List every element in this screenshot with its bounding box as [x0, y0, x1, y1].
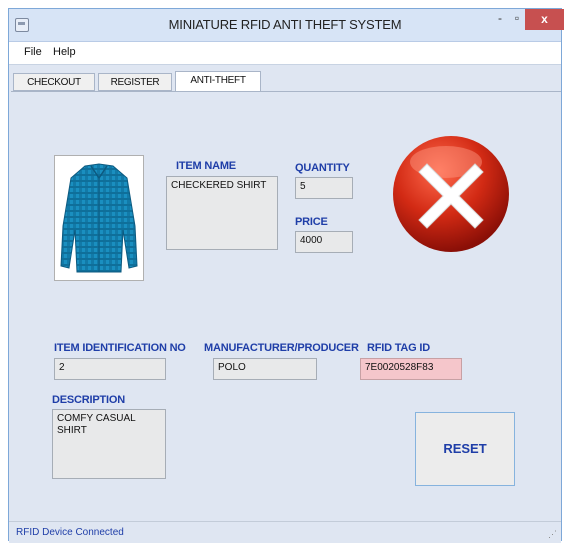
description-line-1: COMFY CASUAL — [57, 413, 136, 424]
red-x-icon — [393, 136, 509, 252]
quantity-label: QUANTITY — [295, 162, 350, 174]
status-text: RFID Device Connected — [16, 527, 124, 538]
title-bar[interactable]: MINIATURE RFID ANTI THEFT SYSTEM - ▫ x — [9, 9, 564, 42]
tab-register-item[interactable]: REGISTER ITEM — [98, 73, 172, 106]
reset-button[interactable]: RESET — [415, 412, 515, 486]
close-button[interactable]: x — [525, 9, 564, 30]
rfid-tag-field[interactable]: 7E0020528F83 — [360, 358, 462, 380]
anti-theft-panel: ITEM NAME CHECKERED SHIRT QUANTITY 5 PRI… — [11, 91, 561, 512]
window-title: MINIATURE RFID ANTI THEFT SYSTEM — [168, 17, 402, 32]
price-label: PRICE — [295, 216, 328, 228]
status-bar: RFID Device Connected ⋰ — [9, 521, 561, 543]
tab-anti-theft-point[interactable]: ANTI-THEFT POINT — [175, 71, 261, 104]
item-name-field[interactable]: CHECKERED SHIRT — [166, 176, 278, 250]
item-id-label: ITEM IDENTIFICATION NO — [54, 342, 186, 354]
menu-file[interactable]: File — [24, 46, 42, 58]
product-image — [54, 155, 144, 281]
price-field[interactable]: 4000 — [295, 231, 353, 253]
manufacturer-label: MANUFACTURER/PRODUCER — [204, 342, 359, 354]
description-field[interactable]: COMFY CASUAL SHIRT — [52, 409, 166, 479]
shirt-image — [60, 163, 138, 273]
item-id-field[interactable]: 2 — [54, 358, 166, 380]
quantity-field[interactable]: 5 — [295, 177, 353, 199]
item-name-label: ITEM NAME — [176, 160, 236, 172]
app-window: MINIATURE RFID ANTI THEFT SYSTEM - ▫ x F… — [8, 8, 564, 543]
rfid-tag-label: RFID TAG ID — [367, 342, 430, 354]
description-line-2: SHIRT — [57, 425, 87, 436]
menu-help[interactable]: Help — [53, 46, 76, 58]
tab-checkout-point[interactable]: CHECKOUT POINT — [13, 73, 95, 106]
manufacturer-field[interactable]: POLO — [213, 358, 317, 380]
resize-grip-icon[interactable]: ⋰ — [548, 529, 557, 540]
menu-bar: File Help — [9, 42, 561, 65]
tab-strip: CHECKOUT POINT REGISTER ITEM ANTI-THEFT … — [9, 65, 561, 106]
description-label: DESCRIPTION — [52, 394, 125, 406]
